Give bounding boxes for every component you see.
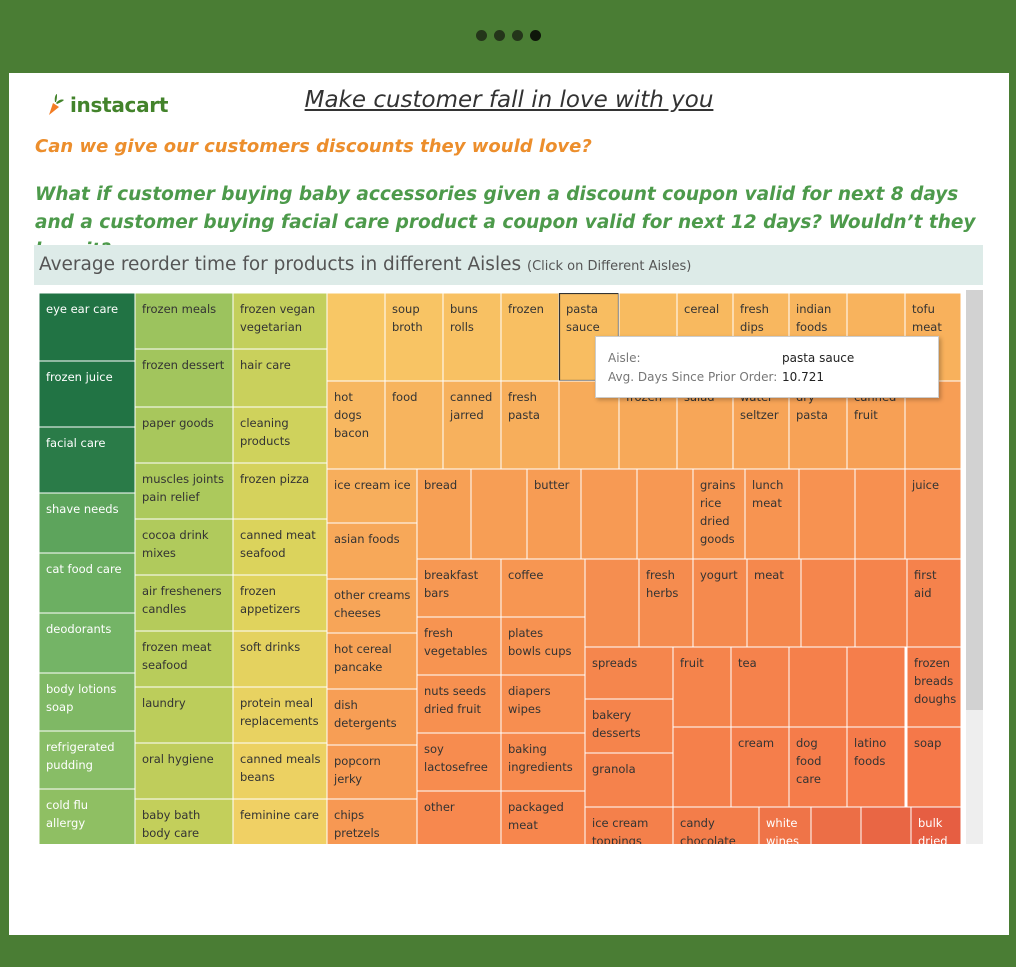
treemap-cell-label: eye ear care (46, 302, 118, 316)
treemap-cell[interactable] (810, 806, 862, 844)
treemap-scrollbar-thumb[interactable] (966, 290, 983, 710)
slide-dot-4[interactable] (530, 30, 541, 41)
treemap-cell-label: frozen meals (142, 302, 216, 316)
treemap-cell-label: yogurt (700, 568, 738, 582)
slide-pager[interactable] (476, 30, 541, 41)
treemap-cell-label: spreads (592, 656, 637, 670)
treemap-cell[interactable] (854, 558, 908, 648)
treemap-cell-label: feminine care (240, 808, 319, 822)
treemap-cell-label: granola (592, 762, 636, 776)
treemap-cell-label: juice (911, 478, 939, 492)
treemap-cell-label: frozen breads doughs (914, 656, 956, 706)
treemap-cell-label: asian foods (334, 532, 400, 546)
treemap-cell-label: shave needs (46, 502, 119, 516)
treemap-cell[interactable] (788, 646, 848, 728)
treemap-cell-label: butter (534, 478, 570, 492)
tooltip-days-label: Avg. Days Since Prior Order: (608, 370, 778, 384)
treemap-tooltip: Aisle: pasta sauce Avg. Days Since Prior… (595, 336, 939, 398)
treemap-cell[interactable] (416, 790, 502, 844)
treemap-cell-label: meat (754, 568, 784, 582)
slide-dot-3[interactable] (512, 30, 523, 41)
chart-hint: (Click on Different Aisles) (527, 259, 692, 274)
treemap-cell-label: dog food care (796, 736, 821, 786)
treemap-cell-label: hair care (240, 358, 291, 372)
treemap-cell-label: soft drinks (240, 640, 300, 654)
slide-dot-1[interactable] (476, 30, 487, 41)
tooltip-days-value: 10.721 (782, 370, 824, 384)
treemap-cell[interactable] (860, 806, 912, 844)
treemap-cell-label: cream (738, 736, 774, 750)
treemap-cell-label: coffee (508, 568, 543, 582)
treemap-cell-label: facial care (46, 436, 105, 450)
chart-header: Average reorder time for products in dif… (34, 245, 983, 285)
slide-dot-2[interactable] (494, 30, 505, 41)
treemap-cell[interactable] (846, 646, 906, 728)
treemap-cell-label: fruit (680, 656, 704, 670)
treemap-cell-label: food (392, 390, 417, 404)
treemap-cell[interactable] (326, 293, 386, 382)
treemap-cell-label: other (424, 800, 455, 814)
treemap-cell-label: tea (738, 656, 757, 670)
chart-title: Average reorder time for products in dif… (39, 254, 691, 275)
treemap-cell-label: ice cream ice (334, 478, 411, 492)
treemap-cell-label: frozen dessert (142, 358, 225, 372)
treemap-cell-label: paper goods (142, 416, 214, 430)
page-title: Make customer fall in love with you (304, 87, 714, 113)
treemap-cell[interactable] (584, 558, 640, 648)
tooltip-aisle-label: Aisle: (608, 351, 641, 365)
treemap-cell[interactable] (470, 468, 528, 560)
slide-frame-top (0, 0, 1016, 73)
chart-title-text: Average reorder time for products in dif… (39, 254, 522, 275)
treemap-cell-label: frozen pizza (240, 472, 309, 486)
treemap-cell-label: laundry (142, 696, 186, 710)
dashboard-panel: instacart Make customer fall in love wit… (9, 73, 1009, 935)
treemap-cell[interactable] (584, 646, 674, 700)
treemap-cell-label: soap (914, 736, 941, 750)
treemap-cell[interactable] (854, 468, 906, 560)
treemap-cell-label: oral hygiene (142, 752, 214, 766)
treemap-cell[interactable] (636, 468, 694, 560)
treemap-cell-label: deodorants (46, 622, 111, 636)
treemap-cell[interactable] (672, 726, 732, 808)
treemap-cell[interactable] (580, 468, 638, 560)
treemap-cell-label: cereal (684, 302, 719, 316)
treemap-cell-label: frozen (508, 302, 544, 316)
question-discounts: Can we give our customers discounts they… (35, 136, 592, 157)
treemap-cell-label: bread (424, 478, 457, 492)
treemap-cell[interactable] (800, 558, 856, 648)
tooltip-aisle-value: pasta sauce (782, 351, 855, 365)
treemap-cell-label: frozen juice (46, 370, 113, 384)
treemap-cell[interactable] (798, 468, 856, 560)
treemap-cell-label: cat food care (46, 562, 122, 576)
